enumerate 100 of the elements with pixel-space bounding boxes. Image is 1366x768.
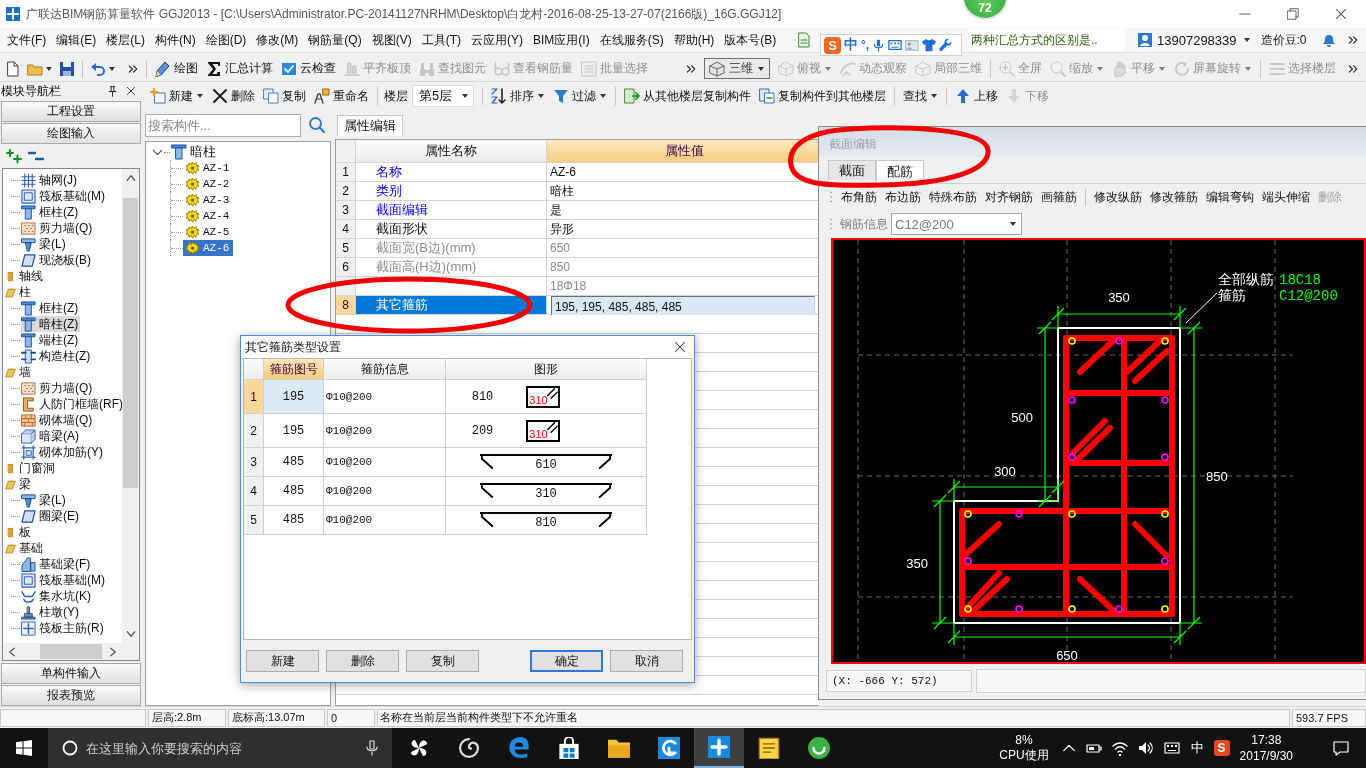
folder-icon[interactable]	[5, 286, 16, 298]
scroll-up-icon[interactable]	[124, 172, 137, 184]
toolbar-button[interactable]: 复制	[259, 84, 310, 108]
double-chevron-icon[interactable]	[1348, 35, 1358, 45]
notification-icon[interactable]	[1333, 740, 1349, 756]
toolbar-button[interactable]: 云检查	[277, 58, 340, 79]
property-value[interactable]: 195, 195, 485, 485, 485	[551, 296, 815, 317]
caret-icon[interactable]	[1242, 36, 1251, 44]
taskbar-search-box[interactable]: 在这里输入你要搜索的内容	[48, 728, 392, 768]
tree-item[interactable]: 砌体墙(Q)	[21, 412, 95, 428]
menu-item[interactable]: 文件(F)	[7, 31, 47, 49]
tree-item[interactable]: 梁(L)	[21, 492, 68, 508]
rebar-dot-icon[interactable]	[1015, 605, 1023, 613]
keyboard-icon[interactable]	[1163, 740, 1180, 756]
document-icon[interactable]	[796, 32, 812, 48]
toolbar-button[interactable]: 特殊布筋	[925, 188, 981, 206]
dialog-button[interactable]: 复制	[406, 650, 479, 672]
toolbar-button[interactable]: 编辑弯钩	[1202, 188, 1258, 206]
microphone-icon[interactable]	[872, 38, 886, 52]
dialog-button[interactable]: 确定	[530, 650, 603, 672]
rebar-dot-icon[interactable]	[1068, 453, 1076, 461]
column-header[interactable]: 箍筋信息	[324, 359, 446, 379]
row-number[interactable]: 1	[244, 380, 264, 413]
dialog-button[interactable]: 取消	[610, 650, 683, 672]
nav-section-button[interactable]: 单构件输入	[1, 663, 141, 684]
rebar-dot-icon[interactable]	[1015, 510, 1023, 518]
nav-section-button[interactable]: 工程设置	[1, 101, 141, 122]
menu-item[interactable]: 版本号(B)	[724, 31, 777, 49]
tree-folder[interactable]: 门窗洞	[19, 459, 55, 477]
toolbar-button[interactable]: 复制构件到其他楼层	[755, 84, 890, 108]
toolbar-button[interactable]: 新建	[146, 84, 208, 108]
column-header[interactable]: 箍筋图号	[264, 359, 324, 379]
toolbar-button[interactable]: 修改纵筋	[1090, 188, 1146, 206]
scrollbar-thumb[interactable]	[40, 644, 102, 659]
tree-item[interactable]: 基础梁(F)	[21, 556, 93, 572]
menu-item[interactable]: 修改(M)	[256, 31, 299, 49]
property-name[interactable]: 类别	[356, 182, 547, 200]
component-item[interactable]: AZ-3	[183, 192, 234, 208]
view-mode-dropdown[interactable]: 三维	[704, 58, 770, 79]
component-item[interactable]: AZ-2	[183, 176, 234, 192]
ime-indicator[interactable]: 中	[1190, 739, 1204, 757]
table-cell[interactable]: Φ10@200	[324, 414, 446, 447]
search-icon[interactable]	[309, 117, 325, 133]
tree-item[interactable]: 构造柱(Z)	[21, 348, 93, 364]
close-icon[interactable]	[674, 341, 686, 353]
tree-folder[interactable]: 板	[19, 523, 31, 541]
rebar-dot-icon[interactable]	[1161, 557, 1169, 565]
scrollbar-thumb[interactable]	[123, 198, 138, 488]
tab[interactable]: 属性编辑	[337, 115, 403, 136]
rebar-dot-icon[interactable]	[964, 557, 972, 565]
scroll-right-icon[interactable]	[107, 645, 119, 658]
ime-tray-logo[interactable]: S	[1213, 740, 1230, 756]
toolbar-button[interactable]: 端头伸缩	[1258, 188, 1314, 206]
tree-item[interactable]: 现浇板(B)	[21, 252, 93, 268]
nav-section-button[interactable]: 绘图输入	[1, 123, 141, 144]
tree-item[interactable]: 框柱(Z)	[21, 300, 81, 316]
component-item[interactable]: AZ-6	[183, 240, 234, 256]
menu-item[interactable]: 编辑(E)	[56, 31, 97, 49]
tree-item[interactable]: 剪力墙(Q)	[21, 380, 95, 396]
tree-item[interactable]: 筏板基础(M)	[21, 188, 107, 204]
component-item[interactable]: AZ-1	[183, 160, 234, 176]
double-chevron-icon[interactable]	[1348, 63, 1358, 74]
scroll-down-icon[interactable]	[124, 628, 137, 640]
property-name[interactable]: 截面宽(B边)(mm)	[356, 239, 547, 257]
row-number[interactable]: 3	[244, 448, 264, 476]
microphone-icon[interactable]	[364, 740, 380, 756]
folder-icon[interactable]	[5, 478, 16, 490]
table-cell[interactable]: Φ10@200	[324, 506, 446, 534]
component-item[interactable]: AZ-4	[183, 208, 234, 224]
toolbar-button[interactable]: 删除	[208, 84, 259, 108]
row-number[interactable]: 2	[244, 414, 264, 447]
rebar-dot-icon[interactable]	[1115, 337, 1123, 345]
menu-item[interactable]: 构件(N)	[155, 31, 196, 49]
toolbar-button[interactable]: 从其他楼层复制构件	[620, 84, 755, 108]
dialog-button[interactable]: 删除	[326, 650, 399, 672]
menu-item[interactable]: 楼层(L)	[106, 31, 145, 49]
drawing-canvas[interactable]: 350 850 500 300 350 650 全部纵筋 18C18 箍筋 C12@200	[831, 238, 1366, 664]
floor-dropdown[interactable]: 第5层	[412, 85, 474, 107]
menu-item[interactable]: 工具(T)	[421, 31, 461, 49]
toolbar-button[interactable]: 修改箍筋	[1146, 188, 1202, 206]
restore-icon[interactable]	[1287, 8, 1299, 20]
toolbar-button[interactable]: 绘图	[151, 58, 202, 79]
toolbar-button[interactable]: 排序	[487, 84, 549, 108]
tree-folder[interactable]: 墙	[19, 363, 31, 381]
menu-item[interactable]: 云应用(Y)	[471, 31, 523, 49]
toolbar-button[interactable]: 对齐钢筋	[981, 188, 1037, 206]
property-name[interactable]: 名称	[356, 163, 547, 181]
column-header[interactable]: 属性值	[547, 140, 819, 162]
expand-all-icon[interactable]	[6, 148, 22, 164]
tree-folder[interactable]: 基础	[19, 539, 43, 557]
search-input[interactable]: 在这里输入你要搜索的内容	[86, 740, 356, 756]
tree-item[interactable]: 轴网(J)	[21, 172, 79, 188]
clock-date[interactable]: 2017/9/30	[1239, 748, 1293, 764]
tree-item[interactable]: 人防门框墙(RF)	[21, 396, 122, 412]
scroll-left-icon[interactable]	[6, 645, 18, 658]
tree-item[interactable]: 柱墩(Y)	[21, 604, 81, 620]
table-cell[interactable]: 485	[264, 506, 324, 534]
dialog-button[interactable]: 新建	[246, 650, 319, 672]
tree-item[interactable]: 筏板主筋(R)	[21, 620, 106, 636]
tab[interactable]: 配筋	[876, 160, 924, 183]
